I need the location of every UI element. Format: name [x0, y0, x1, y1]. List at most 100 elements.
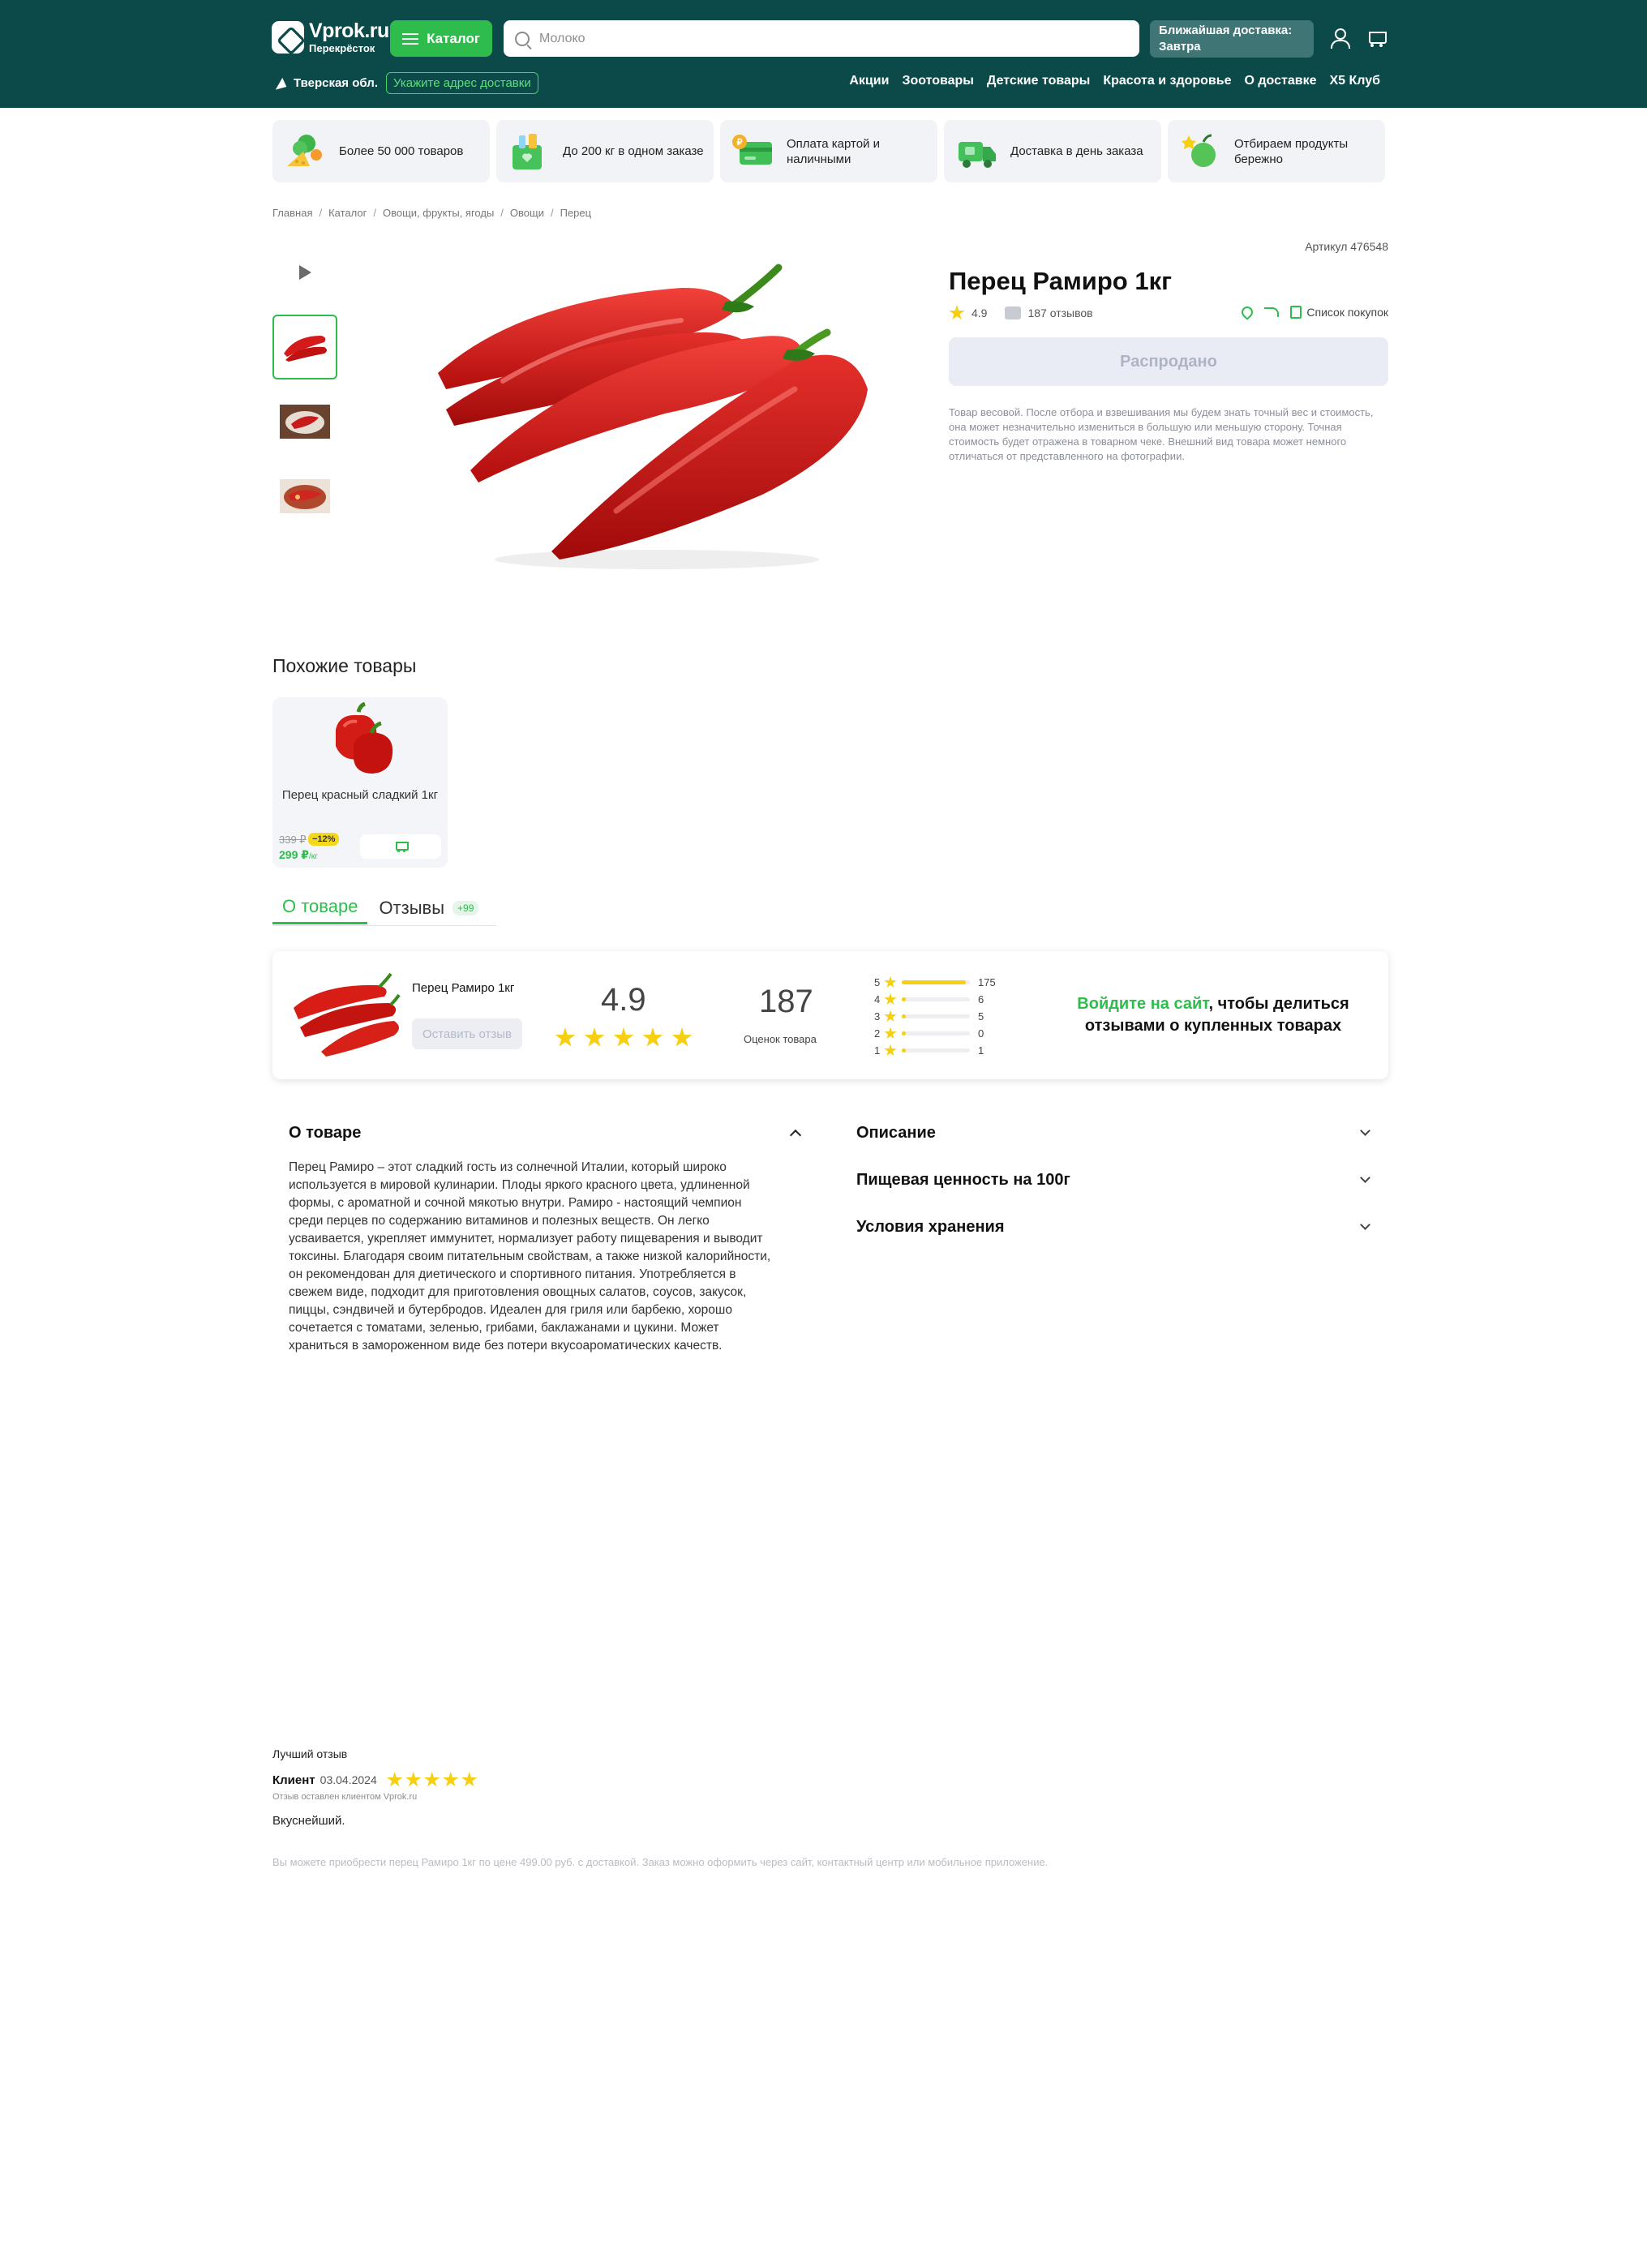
shopping-list-button[interactable]: Список покупок — [1290, 306, 1388, 319]
breadcrumb-item[interactable]: Главная — [272, 207, 312, 219]
review-product-name: Перец Рамиро 1кг — [412, 981, 515, 995]
nav-link-beauty[interactable]: Красота и здоровье — [1103, 74, 1231, 88]
add-to-cart-button[interactable] — [360, 834, 441, 859]
search-input[interactable] — [539, 31, 1107, 46]
discount-badge: −12% — [308, 833, 340, 846]
share-icon[interactable] — [1264, 307, 1280, 317]
storage-accordion-header[interactable]: Условия хранения — [856, 1217, 1370, 1237]
gallery-thumbnail[interactable] — [272, 315, 337, 379]
benefit-card[interactable]: Отбираем продукты бережно — [1168, 120, 1385, 182]
description-accordion-header[interactable]: Описание — [856, 1123, 1370, 1143]
star-icon — [884, 1027, 897, 1040]
breadcrumb-separator: / — [500, 207, 504, 219]
star-icon — [671, 1027, 693, 1047]
distribution-row[interactable]: 5 175 — [874, 974, 996, 991]
reviews-count-badge: +99 — [452, 900, 479, 915]
breadcrumb-item[interactable]: Овощи — [510, 207, 544, 219]
login-link[interactable]: Войдите на сайт — [1077, 995, 1208, 1013]
old-price: 339 ₽ — [279, 834, 307, 846]
distribution-bar — [902, 1048, 970, 1053]
accordion-title: Условия хранения — [856, 1217, 1005, 1236]
breadcrumb-item[interactable]: Перец — [560, 207, 591, 219]
breadcrumb-separator: / — [550, 207, 554, 219]
benefit-text: Оплата картой и наличными — [787, 136, 880, 166]
product-sku: Артикул 476548 — [1305, 240, 1388, 253]
benefit-card[interactable]: Доставка в день заказа — [944, 120, 1161, 182]
reviews-link[interactable]: 187 отзывов — [1027, 307, 1092, 319]
breadcrumb: Главная / Каталог / Овощи, фрукты, ягоды / … — [272, 207, 591, 219]
distribution-count: 6 — [978, 993, 984, 1005]
search-bar[interactable] — [504, 20, 1139, 57]
nav-link-delivery[interactable]: О доставке — [1245, 74, 1317, 88]
nearest-delivery-button[interactable]: Ближайшая доставка: Завтра — [1150, 20, 1314, 58]
product-tabs: О товаре Отзывы +99 — [272, 896, 479, 924]
benefit-card[interactable]: ₽ Оплата картой и наличными — [720, 120, 937, 182]
location-bar: Тверская обл. Укажите адрес доставки — [272, 72, 538, 94]
about-accordion-header[interactable]: О товаре — [289, 1123, 802, 1143]
benefit-card[interactable]: Более 50 000 товаров — [272, 120, 490, 182]
accordion-title: Пищевая ценность на 100г — [856, 1170, 1070, 1189]
review-source: Отзыв оставлен клиентом Vprok.ru — [272, 1792, 418, 1802]
benefit-text: Более 50 000 товаров — [339, 144, 464, 158]
nav-link-pets[interactable]: Зоотовары — [902, 74, 974, 88]
distribution-row[interactable]: 2 0 — [874, 1025, 996, 1042]
distribution-bar-fill — [902, 1048, 906, 1053]
distribution-stars: 2 — [874, 1027, 881, 1040]
leave-review-button[interactable]: Оставить отзыв — [412, 1018, 522, 1049]
bell-pepper-image — [336, 702, 393, 774]
breadcrumb-separator: / — [373, 207, 376, 219]
logo-icon — [272, 21, 304, 54]
distribution-bar-fill — [902, 980, 966, 984]
product-card-name[interactable]: Перец красный сладкий 1кг — [272, 787, 448, 804]
tab-about[interactable]: О товаре — [272, 896, 368, 924]
product-thumbnail-image — [294, 972, 401, 1057]
play-video-icon[interactable] — [299, 265, 311, 280]
user-icon[interactable] — [1330, 28, 1350, 49]
site-logo[interactable]: Vprok.ru Перекрёсток — [272, 21, 389, 54]
region-name[interactable]: Тверская обл. — [294, 76, 378, 90]
pepper-thumbnail-image — [284, 336, 327, 362]
gallery-thumbnail[interactable] — [272, 389, 337, 454]
breadcrumb-item[interactable]: Каталог — [328, 207, 367, 219]
about-section: О товаре Перец Рамиро – этот сладкий гос… — [289, 1123, 802, 1355]
gallery-thumbnail[interactable] — [272, 464, 337, 529]
catalog-button[interactable]: Каталог — [390, 20, 492, 57]
nutrition-accordion-header[interactable]: Пищевая ценность на 100г — [856, 1170, 1370, 1190]
distribution-row[interactable]: 3 5 — [874, 1008, 996, 1025]
pepper-plate-thumbnail-image — [280, 479, 330, 513]
benefits-strip: Более 50 000 товаров До 200 кг в одном з… — [272, 120, 1385, 182]
star-icon — [584, 1027, 605, 1047]
ratings-total: 187 — [759, 984, 813, 1019]
product-actions: Список покупок — [1239, 304, 1388, 320]
distribution-row[interactable]: 4 6 — [874, 991, 996, 1008]
distribution-stars: 1 — [874, 1044, 881, 1057]
distribution-count: 5 — [978, 1010, 984, 1023]
product-card[interactable]: Перец красный сладкий 1кг 339 ₽ −12% 299… — [272, 697, 448, 868]
tabs-divider — [272, 925, 496, 926]
logo-title: Vprok.ru — [309, 19, 389, 42]
payment-card-icon: ₽ — [732, 134, 772, 165]
accordion-title: Описание — [856, 1123, 936, 1142]
search-icon — [515, 31, 530, 46]
distribution-bar — [902, 1014, 970, 1018]
nav-link-promo[interactable]: Акции — [849, 74, 889, 88]
nav-link-kids[interactable]: Детские товары — [987, 74, 1090, 88]
about-heading: О товаре — [289, 1123, 362, 1142]
distribution-count: 175 — [978, 976, 996, 988]
address-button[interactable]: Укажите адрес доставки — [385, 72, 538, 94]
tab-reviews[interactable]: Отзывы +99 — [367, 898, 479, 924]
site-header: Vprok.ru Перекрёсток Каталог Ближайшая д… — [0, 0, 1647, 108]
top-nav: Акции Зоотовары Детские товары Красота и… — [849, 74, 1380, 88]
distribution-row[interactable]: 1 1 — [874, 1042, 996, 1059]
product-main-image — [438, 264, 868, 569]
menu-icon — [402, 32, 419, 45]
average-stars — [555, 1027, 693, 1048]
nav-link-x5club[interactable]: X5 Клуб — [1329, 74, 1380, 88]
cart-icon[interactable] — [1366, 29, 1387, 49]
sold-out-button[interactable]: Распродано — [949, 337, 1388, 386]
price-unit: /кг — [309, 852, 318, 861]
breadcrumb-item[interactable]: Овощи, фрукты, ягоды — [383, 207, 494, 219]
favorite-icon[interactable] — [1239, 304, 1256, 320]
benefit-card[interactable]: До 200 кг в одном заказе — [496, 120, 714, 182]
about-text: Перец Рамиро – этот сладкий гость из сол… — [289, 1160, 771, 1353]
